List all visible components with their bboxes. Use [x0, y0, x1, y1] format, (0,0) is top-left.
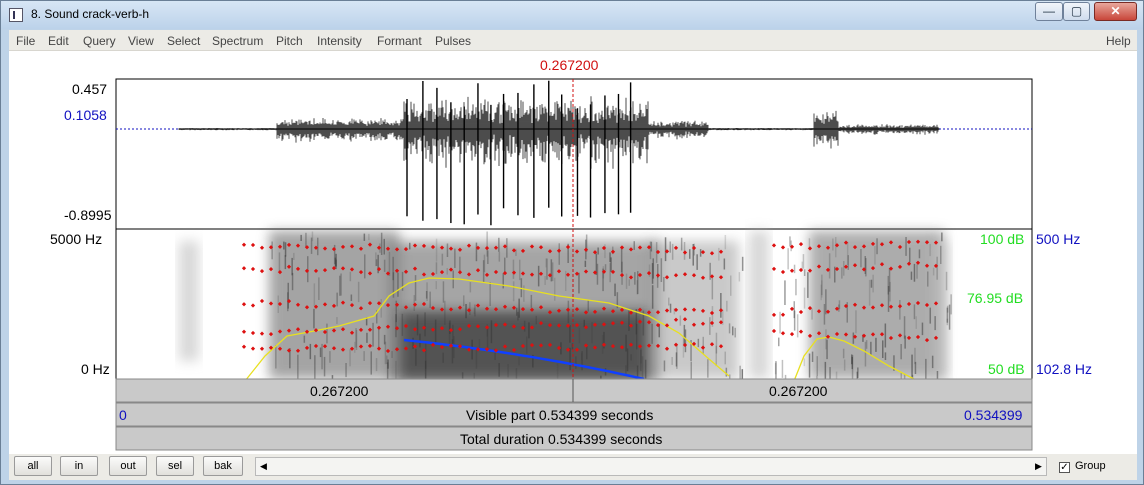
waveform-min-label: -0.8995	[64, 207, 112, 223]
pitch-bottom-label: 102.8 Hz	[1036, 361, 1093, 377]
menu-spectrum[interactable]: Spectrum	[212, 34, 263, 48]
praat-sound-window: 8. Sound crack-verb-h — ▢ ✕ File Edit Qu…	[0, 0, 1144, 485]
segment-right-duration: 0.267200	[769, 383, 828, 399]
scroll-left-arrow-icon[interactable]: ◀	[256, 458, 271, 475]
close-button[interactable]: ✕	[1094, 2, 1137, 21]
menu-bar: File Edit Query View Select Spectrum Pit…	[9, 30, 1137, 51]
zoom-selection-button[interactable]: sel	[156, 456, 194, 476]
maximize-button[interactable]: ▢	[1063, 2, 1090, 21]
sound-editor[interactable]: 0.267200 0.457 0.1058 -0.8995 5000 Hz 0 …	[9, 51, 1137, 454]
spectrogram-image	[179, 231, 952, 397]
pitch-top-label: 500 Hz	[1036, 231, 1081, 247]
segment-left-duration: 0.267200	[310, 383, 369, 399]
intensity-bottom-label: 50 dB	[988, 361, 1025, 377]
waveform-max-label: 0.457	[72, 81, 108, 97]
menu-formant[interactable]: Formant	[377, 34, 422, 48]
zoom-back-button[interactable]: bak	[203, 456, 243, 476]
menu-pitch[interactable]: Pitch	[276, 34, 303, 48]
spectrogram-bottom-frequency: 0 Hz	[81, 361, 110, 377]
visible-start-time: 0	[119, 407, 127, 423]
zoom-all-button[interactable]: all	[14, 456, 52, 476]
bottom-toolbar: all in out sel bak ◀ ▶ ✓ Group	[9, 454, 1137, 480]
waveform-panel[interactable]	[115, 78, 1033, 230]
menu-edit[interactable]: Edit	[48, 34, 69, 48]
visible-end-time: 0.534399	[964, 407, 1023, 423]
segment-bar[interactable]	[115, 378, 1033, 403]
zoom-in-button[interactable]: in	[60, 456, 98, 476]
window-client: File Edit Query View Select Spectrum Pit…	[9, 30, 1137, 480]
minimize-button[interactable]: —	[1035, 2, 1063, 21]
menu-help[interactable]: Help	[1106, 34, 1131, 48]
title-bar[interactable]: 8. Sound crack-verb-h — ▢ ✕	[1, 1, 1143, 29]
app-icon[interactable]	[9, 8, 23, 22]
menu-view[interactable]: View	[128, 34, 154, 48]
horizontal-scrollbar[interactable]: ◀ ▶	[255, 457, 1047, 476]
menu-select[interactable]: Select	[167, 34, 200, 48]
menu-intensity[interactable]: Intensity	[317, 34, 362, 48]
window-title: 8. Sound crack-verb-h	[31, 7, 150, 21]
menu-query[interactable]: Query	[83, 34, 116, 48]
cursor-time-label: 0.267200	[540, 57, 599, 73]
editor-canvas[interactable]	[9, 51, 1137, 454]
menu-file[interactable]: File	[16, 34, 35, 48]
visible-part-label: Visible part 0.534399 seconds	[466, 407, 654, 423]
spectrogram-top-frequency: 5000 Hz	[50, 231, 103, 247]
zoom-out-button[interactable]: out	[109, 456, 147, 476]
group-label: Group	[1075, 460, 1106, 472]
intensity-top-label: 100 dB	[980, 231, 1025, 247]
waveform-cursor-value-label: 0.1058	[64, 107, 107, 123]
total-duration-label: Total duration 0.534399 seconds	[460, 431, 663, 447]
group-checkbox[interactable]: ✓	[1059, 462, 1070, 473]
scroll-right-arrow-icon[interactable]: ▶	[1031, 458, 1046, 475]
menu-pulses[interactable]: Pulses	[435, 34, 471, 48]
intensity-mid-label: 76.95 dB	[967, 290, 1024, 306]
